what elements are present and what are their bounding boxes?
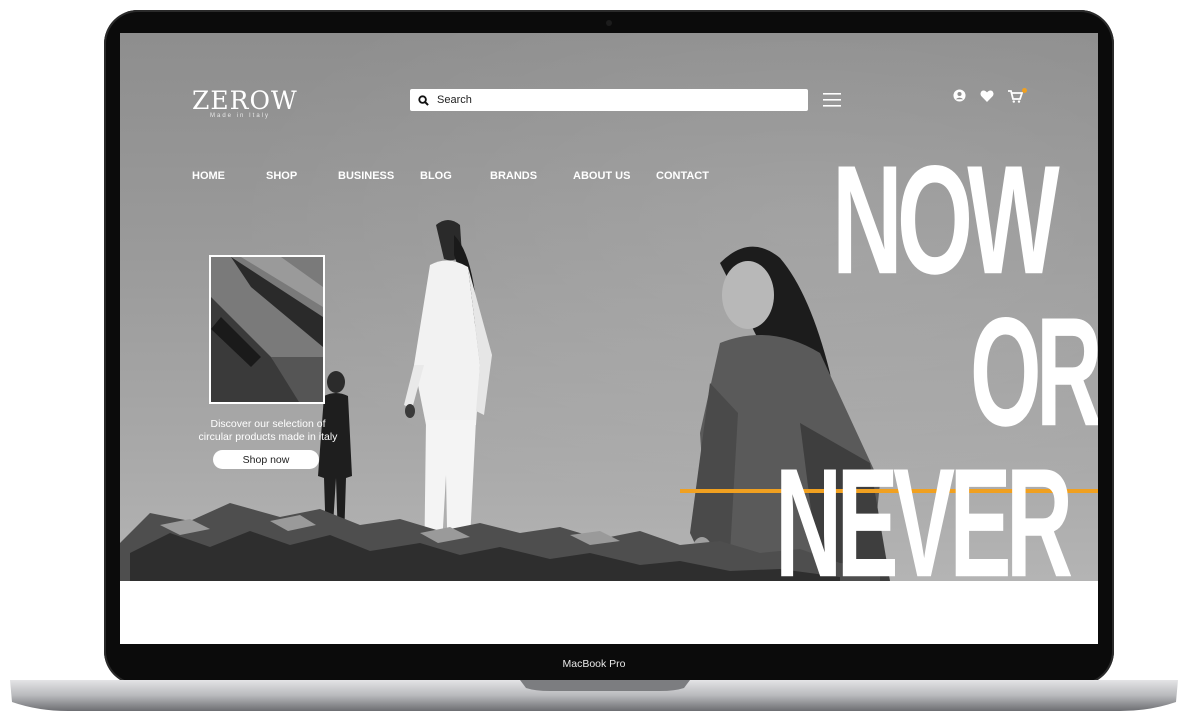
promo-image[interactable] bbox=[209, 255, 325, 404]
heart-icon[interactable] bbox=[980, 90, 994, 102]
promo-text-line2: circular products made in italy bbox=[198, 430, 338, 443]
nav-item-brands[interactable]: BRANDS bbox=[490, 170, 537, 182]
device-label: MacBook Pro bbox=[562, 658, 626, 670]
laptop-base bbox=[10, 680, 1178, 711]
search-input[interactable] bbox=[435, 93, 799, 107]
user-icon[interactable] bbox=[953, 89, 966, 102]
logo-text: ZEROW bbox=[192, 86, 298, 115]
promo-text: Discover our selection of circular produ… bbox=[188, 418, 348, 443]
nav-item-blog[interactable]: BLOG bbox=[420, 170, 452, 182]
search-bar[interactable] bbox=[410, 89, 808, 111]
promo-image-graphic bbox=[211, 257, 323, 402]
promo-text-line1: Discover our selection of bbox=[210, 418, 326, 430]
brand-logo[interactable]: ZEROW Made in Italy bbox=[192, 86, 298, 119]
cart-badge bbox=[1022, 88, 1027, 93]
headline-now: NOW bbox=[832, 133, 1060, 308]
cart-icon[interactable] bbox=[1008, 90, 1023, 103]
headline-or: OR bbox=[970, 285, 1098, 460]
nav-item-business[interactable]: BUSINESS bbox=[338, 170, 394, 182]
headline-never: NEVER bbox=[775, 436, 1073, 581]
search-icon[interactable] bbox=[418, 94, 429, 106]
nav-item-shop[interactable]: SHOP bbox=[266, 170, 297, 182]
nav-item-about-us[interactable]: ABOUT US bbox=[573, 170, 630, 182]
camera-icon bbox=[606, 20, 612, 26]
hero-section: NOW OR NEVER ZEROW Made in Italy Search … bbox=[120, 33, 1098, 581]
shop-now-button[interactable]: Shop now bbox=[213, 450, 319, 469]
nav-item-home[interactable]: HOME bbox=[192, 170, 225, 182]
menu-icon[interactable] bbox=[823, 93, 841, 107]
nav-item-contact[interactable]: CONTACT bbox=[656, 170, 709, 182]
laptop-screen: NOW OR NEVER ZEROW Made in Italy Search … bbox=[120, 33, 1098, 644]
